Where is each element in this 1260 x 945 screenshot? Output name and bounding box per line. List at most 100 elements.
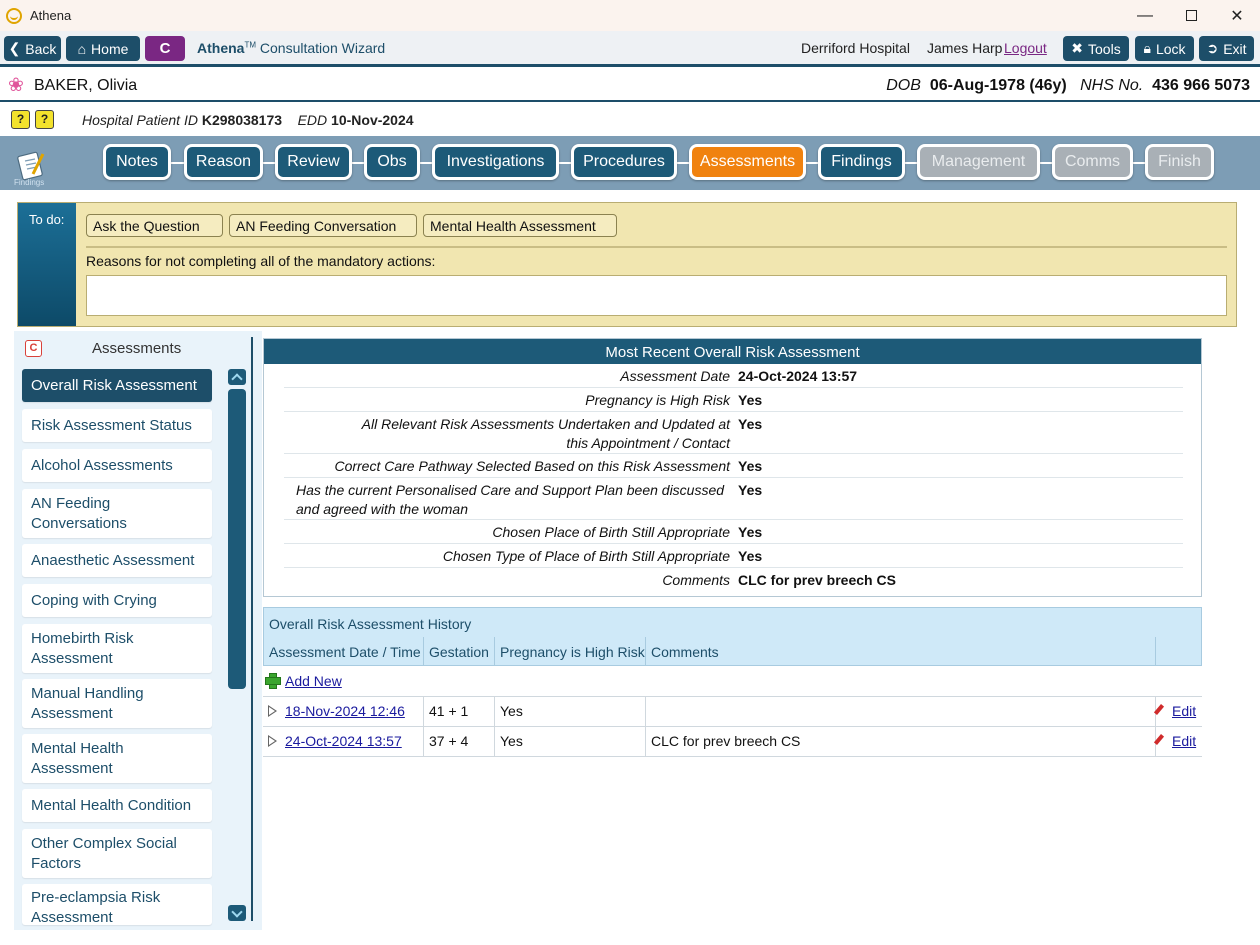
tab-reason[interactable]: Reason [184,144,263,180]
add-new-link[interactable]: Add New [285,667,342,696]
nav-item-risk-status[interactable]: Risk Assessment Status [22,409,212,442]
tab-investigations[interactable]: Investigations [432,144,559,180]
mr-label: Chosen Type of Place of Birth Still Appr… [442,548,730,564]
tab-finish[interactable]: Finish [1145,144,1214,180]
athena-logo-icon [6,7,22,24]
mr-label: Assessment Date [620,368,730,384]
mr-value: Yes [738,392,763,408]
most-recent-title: Most Recent Overall Risk Assessment [264,339,1201,364]
lock-label: Lock [1155,40,1186,57]
edd-label: EDD [297,112,328,128]
maximize-button[interactable] [1168,0,1214,31]
tab-findings[interactable]: Findings [818,144,905,180]
edit-link[interactable]: Edit [1172,727,1196,756]
todo-mental-health-button[interactable]: Mental Health Assessment [423,214,617,237]
nav-divider [251,337,253,921]
table-row: 18-Nov-2024 12:46 41 + 1 Yes Edit [263,697,1202,727]
hospital-id-label: Hospital Patient ID [82,112,198,128]
hospital-name: Derriford Hospital [801,40,910,56]
mr-label: Pregnancy is High Risk [585,392,730,408]
c-button[interactable]: C [145,36,185,61]
exit-button[interactable]: ➲ Exit [1199,36,1254,61]
add-plus-icon[interactable] [265,673,281,689]
c-label: C [159,40,171,57]
chevron-left-icon: ❮ [8,40,21,56]
tab-review[interactable]: Review [275,144,352,180]
mr-label: All Relevant Risk Assessments Undertaken… [361,416,730,451]
mr-value: CLC for prev breech CS [738,572,896,588]
dob-value: 06-Aug-1978 (46y) [929,77,1067,94]
column-separator [494,637,495,666]
cell-separator [494,727,495,757]
help-icon[interactable]: ? [35,110,54,129]
nhs-value: 436 966 5073 [1152,77,1250,94]
mr-label: Comments [662,572,730,588]
mr-row-comments: Comments CLC for prev breech CS [284,568,1183,592]
col-gestation[interactable]: Gestation [429,644,489,660]
scroll-up-icon[interactable] [228,369,246,385]
tools-label: Tools [1088,40,1121,57]
list-help-icon[interactable]: ? [11,110,30,129]
todo-ask-question-button[interactable]: Ask the Question [86,214,223,237]
edd-value: 10-Nov-2024 [331,112,414,128]
mr-value: Yes [738,458,763,474]
minimize-button[interactable]: — [1122,0,1168,31]
back-button[interactable]: ❮ Back [4,36,61,61]
todo-reason-input[interactable] [86,275,1227,316]
tab-obs[interactable]: Obs [364,144,420,180]
exit-label: Exit [1223,40,1247,57]
cell-separator [423,697,424,727]
nav-item-pre-eclampsia[interactable]: Pre-eclampsia Risk Assessment [22,884,212,925]
expand-triangle-icon[interactable] [268,735,277,747]
mr-label: Correct Care Pathway Selected Based on t… [334,458,730,474]
nhs-label: NHS No. [1080,77,1144,94]
scroll-down-icon[interactable] [228,905,246,921]
main-toolbar: ❮ Back ⌂ Home C AthenaTM Consultation Wi… [0,31,1260,67]
tab-assessments[interactable]: Assessments [689,144,806,180]
tab-procedures[interactable]: Procedures [571,144,677,180]
cell-separator [645,697,646,727]
mr-label: Has the current Personalised Care and Su… [296,482,725,517]
nav-item-feeding[interactable]: AN Feeding Conversations [22,489,212,538]
col-high-risk[interactable]: Pregnancy is High Risk [500,644,645,660]
todo-reason-label: Reasons for not completing all of the ma… [86,253,436,269]
history-date-link[interactable]: 18-Nov-2024 12:46 [285,697,405,726]
close-window-button[interactable]: ✕ [1214,0,1260,31]
wizard-title: AthenaTM Consultation Wizard [197,40,385,56]
nav-item-manual-handling[interactable]: Manual Handling Assessment [22,679,212,728]
lock-icon: 🔒︎ [1143,40,1151,56]
nav-item-mental-health-assessment[interactable]: Mental Health Assessment [22,734,212,783]
back-label: Back [25,40,57,57]
lock-button[interactable]: 🔒︎ Lock [1135,36,1194,61]
tab-comms[interactable]: Comms [1052,144,1133,180]
tools-button[interactable]: ✖ Tools [1063,36,1129,61]
scroll-thumb[interactable] [228,389,246,689]
logout-link[interactable]: Logout [1004,40,1047,56]
nav-scrollbar[interactable] [228,369,246,923]
home-label: Home [91,40,129,57]
table-row: 24-Oct-2024 13:57 37 + 4 Yes CLC for pre… [263,727,1202,757]
wizard-brand: Athena [197,40,245,56]
title-bar: Athena — ✕ [0,0,1260,31]
nav-item-homebirth[interactable]: Homebirth Risk Assessment [22,624,212,673]
nav-item-coping-crying[interactable]: Coping with Crying [22,584,212,617]
mr-label: Chosen Place of Birth Still Appropriate [492,524,730,540]
expand-triangle-icon[interactable] [268,705,277,717]
tab-management[interactable]: Management [917,144,1040,180]
mr-value: Yes [738,416,763,432]
tab-notes[interactable]: Notes [103,144,171,180]
nav-item-mental-health-condition[interactable]: Mental Health Condition [22,789,212,822]
nav-item-anaesthetic[interactable]: Anaesthetic Assessment [22,544,212,577]
edit-link[interactable]: Edit [1172,697,1196,726]
todo-feeding-conversation-button[interactable]: AN Feeding Conversation [229,214,417,237]
home-button[interactable]: ⌂ Home [66,36,140,61]
history-date-link[interactable]: 24-Oct-2024 13:57 [285,727,402,756]
history-gestation: 37 + 4 [429,733,469,749]
nav-item-alcohol[interactable]: Alcohol Assessments [22,449,212,482]
mr-row-assessment-date: Assessment Date 24-Oct-2024 13:57 [284,364,1183,388]
nav-item-overall-risk[interactable]: Overall Risk Assessment [22,369,212,402]
flower-icon: ❀ [8,75,24,96]
col-assessment-date[interactable]: Assessment Date / Time [269,644,421,660]
col-comments[interactable]: Comments [651,644,719,660]
nav-item-social-factors[interactable]: Other Complex Social Factors [22,829,212,878]
